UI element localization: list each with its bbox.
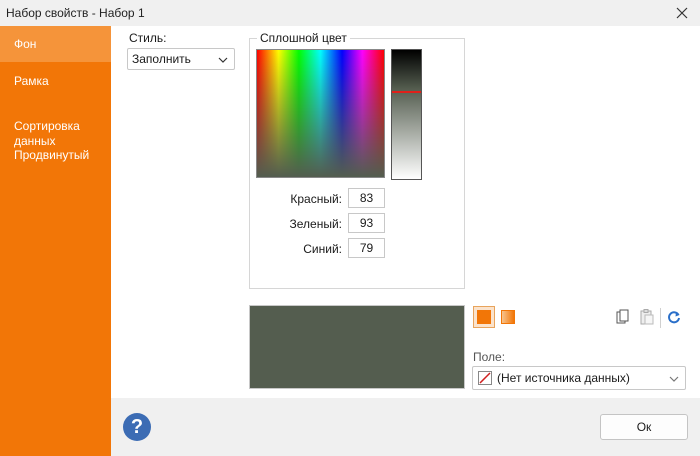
chevron-down-icon: [218, 52, 228, 66]
style-value: Заполнить: [132, 52, 191, 66]
footer: ? Ок: [111, 398, 700, 456]
style-label: Стиль:: [129, 31, 167, 45]
sidebar: Фон Рамка Сортировка данных Продвинутый: [0, 26, 111, 456]
close-icon[interactable]: [672, 3, 692, 23]
solid-color-title: Сплошной цвет: [257, 31, 350, 45]
sidebar-item-label: Рамка: [14, 74, 49, 88]
sidebar-item-background[interactable]: Фон: [0, 26, 111, 62]
green-label: Зеленый:: [289, 217, 343, 231]
solid-fill-icon[interactable]: [473, 306, 495, 328]
red-input[interactable]: 83: [348, 188, 385, 208]
no-source-icon: [478, 371, 492, 385]
ok-button[interactable]: Ок: [600, 414, 688, 440]
sidebar-item-label: Продвинутый: [14, 148, 90, 162]
color-spectrum[interactable]: [256, 49, 385, 178]
sidebar-item-border[interactable]: Рамка: [0, 74, 111, 89]
luminance-marker[interactable]: [392, 91, 421, 93]
field-dropdown[interactable]: (Нет источника данных): [472, 366, 686, 390]
blue-label: Синий:: [303, 242, 342, 256]
paste-icon[interactable]: [638, 308, 656, 326]
red-label: Красный:: [290, 192, 342, 206]
color-preview: [249, 305, 465, 389]
sidebar-item-label: Фон: [14, 37, 37, 51]
help-icon[interactable]: ?: [123, 413, 151, 441]
title-bar: Набор свойств - Набор 1: [0, 0, 700, 26]
window-title: Набор свойств - Набор 1: [6, 6, 145, 20]
refresh-icon[interactable]: [665, 308, 683, 326]
green-input[interactable]: 93: [348, 213, 385, 233]
luminance-bar[interactable]: [391, 49, 422, 180]
sidebar-item-label: Сортировка данных: [14, 119, 80, 148]
blue-input[interactable]: 79: [348, 238, 385, 258]
field-label: Поле:: [473, 350, 506, 364]
main-panel: Стиль: Заполнить Сплошной цвет Красный: …: [111, 26, 700, 398]
style-dropdown[interactable]: Заполнить: [127, 48, 235, 70]
sidebar-item-advanced[interactable]: Продвинутый: [0, 148, 111, 163]
field-value: (Нет источника данных): [497, 371, 630, 385]
toolbar-divider: [660, 308, 661, 328]
copy-icon[interactable]: [614, 308, 632, 326]
sidebar-item-sort-data[interactable]: Сортировка данных: [0, 104, 111, 149]
gradient-fill-icon[interactable]: [497, 306, 519, 328]
chevron-down-icon: [669, 371, 679, 385]
